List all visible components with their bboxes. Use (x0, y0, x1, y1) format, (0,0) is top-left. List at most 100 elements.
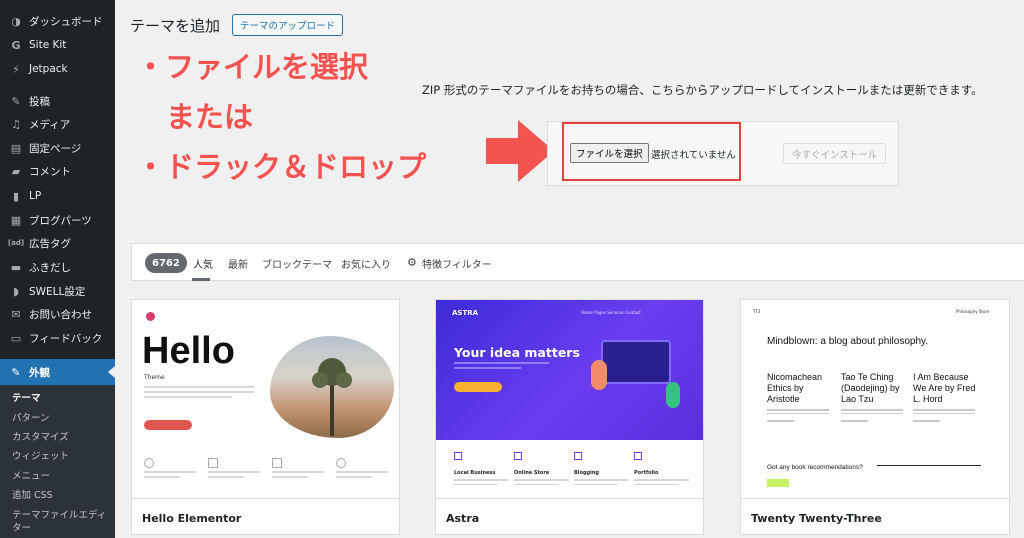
person-figure-icon (666, 382, 680, 408)
preview-feature: Local Business (454, 452, 509, 488)
upload-theme-button[interactable]: テーマのアップロード (232, 14, 344, 36)
preview-illustration (601, 340, 671, 384)
theme-screenshot[interactable]: ASTRA Home Pages Services Contact Your i… (436, 300, 703, 498)
preview-feature-title: Online Store (514, 470, 550, 476)
preview-button (454, 382, 502, 392)
theme-card-astra[interactable]: ASTRA Home Pages Services Contact Your i… (435, 299, 704, 535)
sidebar-item-feedback[interactable]: ▭ フィードバック (0, 327, 115, 349)
preview-question: Got any book recommendations? (767, 464, 863, 471)
theme-card-twenty-twenty-three[interactable]: TT3 Philosophy Store Mindblown: a blog a… (740, 299, 1010, 535)
tab-block-themes[interactable]: ブロックテーマ (262, 256, 332, 271)
install-now-button[interactable]: 今すぐインストール (783, 143, 887, 164)
preview-button (767, 479, 789, 487)
sidebar-item-label: Site Kit (29, 39, 67, 51)
theme-count-badge: 6762 (145, 253, 187, 273)
tab-popular[interactable]: 人気 (193, 256, 213, 271)
submenu-item-additional-css[interactable]: 追加 CSS (12, 489, 53, 502)
sidebar-item-appearance[interactable]: ✎ 外観 (0, 359, 115, 385)
theme-name: Twenty Twenty-Three (751, 512, 882, 525)
sidebar-item-posts[interactable]: ✎ 投稿 (0, 90, 115, 112)
sidebar-item-label: ブログパーツ (29, 214, 92, 227)
sidebar-item-dashboard[interactable]: ◑ ダッシュボード (0, 10, 115, 32)
preview-text-lines (454, 362, 549, 372)
preview-heading: Hello (142, 330, 235, 372)
sidebar-item-media[interactable]: ♫ メディア (0, 113, 115, 135)
sidebar-item-pages[interactable]: ▤ 固定ページ (0, 137, 115, 159)
tree-icon (312, 358, 352, 436)
google-g-icon: G (11, 38, 21, 52)
lp-icon: ▮ (12, 189, 20, 203)
choose-file-button[interactable]: ファイルを選択 (570, 143, 649, 163)
submenu-item-patterns[interactable]: パターン (12, 412, 50, 425)
appearance-icon: ✎ (11, 365, 21, 379)
preview-feature (144, 458, 196, 481)
preview-button (144, 420, 192, 430)
person-figure-icon (591, 360, 607, 390)
sidebar-item-label: 外観 (29, 366, 50, 379)
theme-name: Astra (446, 512, 480, 525)
submenu-item-theme-file-editor[interactable]: テーマファイルエディ (12, 509, 106, 522)
dashboard-icon: ◑ (11, 14, 21, 28)
gear-icon[interactable]: ⚙ (407, 256, 417, 269)
sidebar-item-swell-settings[interactable]: ◗ SWELL設定 (0, 280, 115, 302)
submenu-item-widgets[interactable]: ウィジェット (12, 450, 69, 463)
preview-post-title: Nicomachean Ethics by Aristotle (767, 372, 823, 404)
sidebar-item-label: ダッシュボード (29, 15, 103, 28)
tab-favorites[interactable]: お気に入り (341, 256, 391, 271)
no-file-selected-text: 選択されていません (651, 150, 736, 161)
active-indicator (108, 366, 115, 378)
sidebar-item-label: メディア (29, 118, 71, 131)
sidebar-item-comments[interactable]: ▰ コメント (0, 160, 115, 182)
submenu-item-themes[interactable]: テーマ (12, 392, 41, 405)
submenu-item-customize[interactable]: カスタマイズ (12, 431, 69, 444)
theme-screenshot[interactable]: TT3 Philosophy Store Mindblown: a blog a… (741, 300, 1008, 498)
feature-filter-button[interactable]: 特徴フィルター (422, 256, 492, 271)
preview-feature: Blogging (574, 452, 629, 488)
annotation-arrow-icon (486, 120, 554, 182)
sidebar-item-lp[interactable]: ▮ LP (0, 185, 115, 207)
page-title: テーマを追加 (130, 17, 221, 35)
annotation-drag-drop: ・ドラック＆ドロップ (136, 150, 427, 184)
media-icon: ♫ (11, 117, 21, 131)
sidebar-item-label: コメント (29, 165, 71, 178)
preview-feature-title: Portfolio (634, 470, 659, 476)
appearance-submenu: テーマ パターン カスタマイズ ウィジェット メニュー 追加 CSS テーマファ… (0, 385, 115, 538)
preview-post: Tao Te Ching (Daodejing) by Lao Tzu (841, 372, 909, 424)
preview-feature: Portfolio (634, 452, 689, 488)
sidebar-item-label: SWELL設定 (29, 285, 86, 298)
sidebar-item-label: LP (29, 190, 42, 202)
feedback-icon: ▭ (10, 331, 22, 345)
submenu-item-menus[interactable]: メニュー (12, 470, 50, 483)
submenu-item-theme-file-editor-wrap[interactable]: ター (12, 522, 31, 535)
preview-feature (208, 458, 260, 481)
preview-post: I Am Because We Are by Fred L. Hord (913, 372, 981, 424)
swell-icon: ◗ (13, 284, 19, 298)
sidebar-item-label: フィードバック (29, 332, 103, 345)
preview-divider (877, 465, 981, 466)
sidebar-item-jetpack[interactable]: ⚡ Jetpack (0, 58, 115, 80)
preview-post-title: Tao Te Ching (Daodejing) by Lao Tzu (841, 372, 900, 404)
preview-post-title: I Am Because We Are by Fred L. Hord (913, 372, 976, 404)
elementor-logo-icon (146, 312, 155, 321)
sidebar-item-speech-bubbles[interactable]: ▬ ふきだし (0, 256, 115, 278)
sidebar-item-ad-tags[interactable]: [ad] 広告タグ (0, 232, 115, 254)
mail-icon: ✉ (11, 307, 21, 321)
theme-screenshot[interactable]: Hello Theme (132, 300, 399, 498)
sidebar-item-blog-parts[interactable]: ▦ ブログパーツ (0, 209, 115, 231)
annotation-or: または (166, 100, 254, 134)
preview-subheading: Theme (144, 374, 165, 381)
astra-logo: ASTRA (452, 309, 479, 317)
annotation-choose-file: ・ファイルを選択 (136, 50, 369, 84)
page-icon: ▤ (10, 141, 22, 155)
theme-card-hello-elementor[interactable]: Hello Theme Hello Elementor (131, 299, 400, 535)
tab-latest[interactable]: 最新 (228, 256, 248, 271)
sidebar-item-label: 固定ページ (29, 142, 82, 155)
preview-heading: Your idea matters (454, 345, 580, 360)
preview-heading: Mindblown: a blog about philosophy. (767, 336, 929, 347)
comment-icon: ▰ (11, 164, 21, 178)
preview-feature-title: Local Business (454, 470, 496, 476)
preview-feature: Online Store (514, 452, 569, 488)
ad-icon: [ad] (7, 239, 25, 247)
sidebar-item-contact[interactable]: ✉ お問い合わせ (0, 303, 115, 325)
sidebar-item-site-kit[interactable]: G Site Kit (0, 34, 115, 56)
